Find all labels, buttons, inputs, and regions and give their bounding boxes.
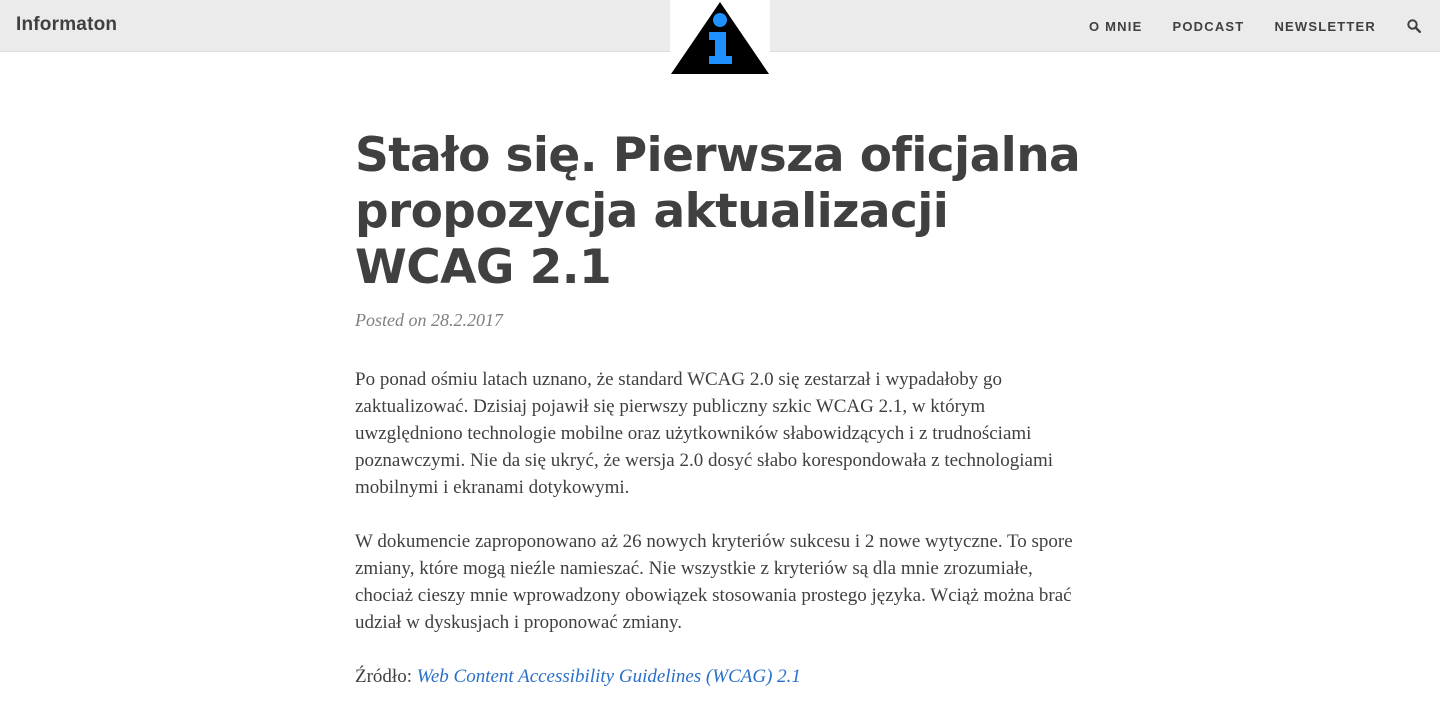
site-brand-link[interactable]: Informaton: [16, 14, 117, 36]
source-label: Źródło:: [355, 666, 412, 687]
top-navigation-bar: Informaton O MNIE PODCAST NEWSLETTER: [0, 0, 1440, 74]
main-menu: O MNIE PODCAST NEWSLETTER: [1089, 0, 1440, 52]
nav-item-newsletter[interactable]: NEWSLETTER: [1274, 19, 1376, 34]
post-title: Stało się. Pierwsza oficjalna propozycja…: [355, 128, 1081, 295]
post-date: Posted on 28.2.2017: [355, 310, 503, 330]
nav-item-o-mnie[interactable]: O MNIE: [1089, 19, 1142, 34]
post-source: Źródło: Web Content Accessibility Guidel…: [355, 663, 1085, 690]
post-paragraph: W dokumencie zaproponowano aż 26 nowych …: [355, 531, 1073, 633]
info-triangle-icon: [671, 2, 769, 74]
site-logo[interactable]: [670, 0, 770, 74]
post-article: Stało się. Pierwsza oficjalna propozycja…: [355, 128, 1085, 717]
nav-item-podcast[interactable]: PODCAST: [1172, 19, 1244, 34]
search-icon: [1407, 19, 1421, 33]
post-paragraph: Po ponad ośmiu latach uznano, że standar…: [355, 369, 1054, 498]
search-button[interactable]: [1406, 18, 1422, 34]
source-link[interactable]: Web Content Accessibility Guidelines (WC…: [417, 666, 801, 687]
post-body: Po ponad ośmiu latach uznano, że standar…: [355, 366, 1085, 690]
